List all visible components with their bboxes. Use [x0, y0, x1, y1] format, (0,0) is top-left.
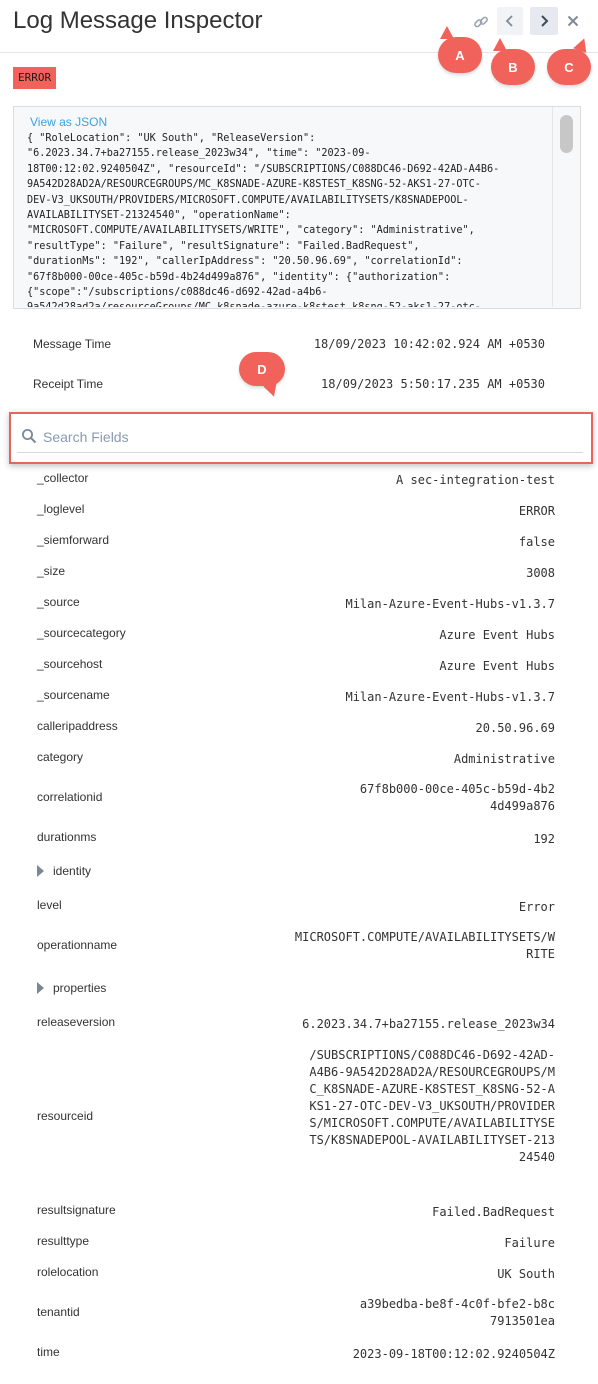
page-title: Log Message Inspector [13, 7, 263, 34]
field-name: resultsignature [37, 1203, 116, 1217]
next-message-button[interactable] [530, 7, 558, 35]
annotation-marker-b: B [491, 38, 535, 85]
message-time-label: Message Time [33, 337, 112, 351]
receipt-time-row: Receipt Time 18/09/2023 5:50:17.235 AM +… [33, 377, 545, 391]
field-name: level [37, 898, 62, 912]
field-value: 20.50.96.69 [475, 721, 555, 735]
field-value: /SUBSCRIPTIONS/C088DC46-D692-42AD-A4B6-9… [309, 1048, 555, 1164]
field-value: Error [518, 900, 555, 914]
inspector-header: Log Message Inspector [0, 0, 598, 53]
field-name: tenantid [37, 1305, 80, 1319]
field-name: _source [37, 595, 80, 609]
field-name: correlationid [37, 790, 103, 804]
field-expander-properties[interactable]: properties [37, 981, 106, 995]
field-value: Failure [504, 1236, 555, 1250]
search-highlight-box [9, 412, 593, 464]
field-name: releaseversion [37, 1015, 116, 1029]
field-value: 6.2023.34.7+ba27155.release_2023w34 [302, 1017, 555, 1031]
chevron-left-icon [505, 15, 513, 27]
field-name: resourceid [37, 1109, 94, 1123]
field-name: time [37, 1345, 60, 1359]
view-as-json-link[interactable]: View as JSON [30, 115, 107, 129]
field-name: _loglevel [37, 502, 85, 516]
message-time-row: Message Time 18/09/2023 10:42:02.924 AM … [33, 337, 545, 351]
search-field [17, 424, 583, 453]
scrollbar-thumb[interactable] [560, 115, 573, 153]
field-value: UK South [497, 1267, 555, 1281]
caret-right-icon [37, 982, 44, 994]
field-value: Azure Event Hubs [439, 628, 555, 642]
raw-message-text: { "RoleLocation": "UK South", "ReleaseVe… [27, 133, 500, 307]
field-value: Milan-Azure-Event-Hubs-v1.3.7 [345, 690, 555, 704]
field-value: 67f8b000-00ce-405c-b59d-4b24d499a876 [359, 782, 555, 813]
field-value: false [518, 535, 555, 549]
field-name: identity [53, 864, 92, 878]
field-value: 2023-09-18T00:12:02.9240504Z [352, 1347, 555, 1361]
field-name: resulttype [37, 1234, 90, 1248]
field-name: _collector [37, 471, 89, 485]
field-name: _sourcecategory [37, 626, 126, 640]
search-fields-input[interactable] [43, 426, 573, 448]
message-time-value: 18/09/2023 10:42:02.924 AM +0530 [313, 337, 545, 351]
receipt-time-value: 18/09/2023 5:50:17.235 AM +0530 [321, 377, 545, 391]
close-button[interactable] [562, 8, 584, 34]
field-name: _size [37, 564, 66, 578]
field-value: Failed.BadRequest [432, 1205, 555, 1219]
chevron-right-icon [541, 15, 549, 27]
caret-right-icon [37, 865, 44, 877]
field-name: rolelocation [37, 1265, 99, 1279]
log-level-badge: ERROR [13, 67, 57, 89]
field-expander-identity[interactable]: identity [37, 864, 91, 878]
link-button[interactable] [469, 10, 493, 34]
annotation-marker-a: A [438, 26, 482, 73]
field-name: _siemforward [37, 533, 110, 547]
raw-message-panel: View as JSON { "RoleLocation": "UK South… [13, 106, 581, 309]
annotation-marker-c: C [547, 49, 591, 85]
field-value: Administrative [453, 752, 555, 766]
field-name: _sourcehost [37, 657, 103, 671]
link-icon [474, 16, 488, 28]
field-value: MICROSOFT.COMPUTE/AVAILABILITYSETS/WRITE [294, 930, 555, 961]
field-name: category [37, 750, 84, 764]
previous-message-button[interactable] [497, 7, 523, 35]
raw-message-scrollbar[interactable] [552, 107, 580, 307]
field-name: properties [53, 981, 107, 995]
field-name: durationms [37, 830, 97, 844]
field-value: Azure Event Hubs [439, 659, 555, 673]
search-icon [22, 429, 37, 444]
field-name: calleripaddress [37, 719, 118, 733]
close-icon [567, 15, 579, 27]
field-name: operationname [37, 938, 118, 952]
annotation-marker-d: D [239, 352, 285, 386]
receipt-time-label: Receipt Time [33, 377, 104, 391]
field-value: 3008 [526, 566, 555, 580]
field-name: _sourcename [37, 688, 110, 702]
field-value: ERROR [518, 504, 555, 518]
field-value: 192 [533, 832, 555, 846]
field-value: Milan-Azure-Event-Hubs-v1.3.7 [345, 597, 555, 611]
field-value: A sec-integration-test [396, 473, 555, 487]
field-value: a39bedba-be8f-4c0f-bfe2-b8c7913501ea [359, 1297, 555, 1328]
